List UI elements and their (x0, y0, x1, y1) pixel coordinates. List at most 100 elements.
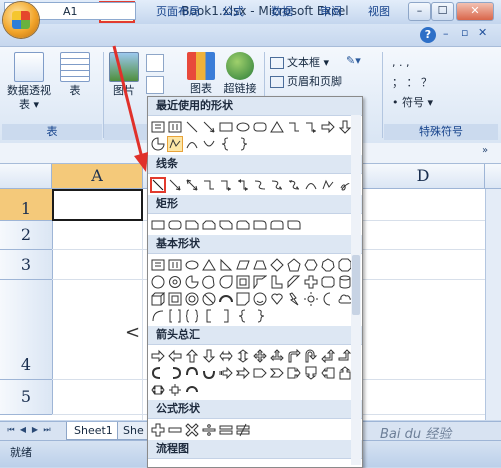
shape-up-down-arrow[interactable] (235, 348, 251, 364)
shape-folded-corner[interactable] (235, 291, 251, 307)
shape-snip-single-corner[interactable] (184, 217, 200, 233)
shape-teardrop[interactable] (218, 274, 234, 290)
shape-decagon[interactable] (150, 274, 166, 290)
shape-freeform-highlighted[interactable] (167, 136, 183, 152)
table-button[interactable]: 表 (58, 52, 92, 98)
shape-left-up-arrow[interactable] (320, 348, 336, 364)
shape-round-diagonal[interactable] (286, 217, 302, 233)
shape-rect[interactable] (150, 217, 166, 233)
shape-line-selected[interactable] (150, 177, 166, 193)
shape-block-arc[interactable] (218, 291, 234, 307)
shape-diagonal-stripe[interactable] (286, 274, 302, 290)
shape-curved-arrow-connector[interactable] (269, 177, 285, 193)
shape-quad-arrow-callout[interactable] (167, 382, 183, 398)
shape-chord[interactable] (201, 274, 217, 290)
shape-circular-arrow[interactable] (184, 382, 200, 398)
shape-oval[interactable] (235, 119, 251, 135)
shape-double-arrow[interactable] (184, 177, 200, 193)
maximize-button[interactable]: ☐ (431, 2, 454, 21)
column-header-d[interactable]: D (362, 164, 485, 188)
shape-elbow-double-arrow[interactable] (235, 177, 251, 193)
shape-cube[interactable] (150, 291, 166, 307)
formula-expand-icon[interactable]: » (482, 145, 488, 156)
shape-right-brace[interactable] (252, 308, 268, 324)
column-header-a[interactable]: A (52, 164, 143, 188)
clip-art-icon[interactable] (146, 54, 164, 72)
shape-curved-left-arrow[interactable] (167, 365, 183, 381)
row-header-4[interactable]: 4 (0, 280, 53, 380)
row-header-3[interactable]: 3 (0, 250, 53, 280)
shape-oval[interactable] (184, 257, 200, 273)
header-footer-button[interactable]: 页眉和页脚 (270, 73, 342, 89)
shape-up-arrow[interactable] (184, 348, 200, 364)
shape-right-bracket[interactable] (218, 308, 234, 324)
shape-pentagon-arrow[interactable] (252, 365, 268, 381)
shape-arrow-line[interactable] (201, 119, 217, 135)
shape-left-right-arrow-callout[interactable] (150, 382, 166, 398)
shape-down-arrow[interactable] (201, 348, 217, 364)
row-header-5[interactable]: 5 (0, 380, 53, 415)
shape-heptagon[interactable] (320, 257, 336, 273)
shape-rectangle[interactable] (218, 119, 234, 135)
shape-curve[interactable] (303, 177, 319, 193)
tab-view[interactable]: 视图 (362, 3, 396, 20)
hyperlink-button[interactable]: 超链接 (220, 52, 260, 96)
shape-quad-arrow[interactable] (252, 348, 268, 364)
shape-arrow[interactable] (167, 177, 183, 193)
shape-line[interactable] (184, 119, 200, 135)
shape-curved-up-arrow[interactable] (184, 365, 200, 381)
shape-down-arrow-callout[interactable] (303, 365, 319, 381)
shape-donut[interactable] (184, 291, 200, 307)
shape-double-bracket[interactable] (167, 308, 183, 324)
shape-round-single-corner[interactable] (252, 217, 268, 233)
shape-moon[interactable] (320, 291, 336, 307)
shape-curved-right-arrow[interactable] (150, 365, 166, 381)
shape-rounded-rectangle[interactable] (252, 119, 268, 135)
shape-left-brace[interactable] (218, 136, 234, 152)
shape-arc-line[interactable] (150, 308, 166, 324)
minimize-button[interactable]: – (408, 2, 431, 21)
tab-data[interactable]: 数据 (265, 3, 299, 20)
help-icon[interactable]: ? (420, 27, 436, 43)
shape-curved-down-arrow[interactable] (201, 365, 217, 381)
shape-no-symbol[interactable] (201, 291, 217, 307)
shape-parallelogram[interactable] (235, 257, 251, 273)
shape-right-triangle[interactable] (218, 257, 234, 273)
first-sheet-icon[interactable]: ⏮ (6, 424, 16, 435)
shape-elbow-connector[interactable] (286, 119, 302, 135)
shape-left-right-up-arrow[interactable] (269, 348, 285, 364)
ribbon-minimize-icon[interactable]: – (443, 27, 449, 40)
shape-vertical-text-box[interactable] (167, 119, 183, 135)
shape-trapezoid[interactable] (252, 257, 268, 273)
shape-round-same-side[interactable] (269, 217, 285, 233)
shape-division-sign[interactable] (201, 422, 217, 438)
shape-striped-right-arrow[interactable] (218, 365, 234, 381)
row-header-1[interactable]: 1 (0, 189, 53, 221)
shape-curve[interactable] (184, 136, 200, 152)
shape-triangle[interactable] (269, 119, 285, 135)
shape-curved-double-arrow[interactable] (286, 177, 302, 193)
shape-freeform[interactable] (320, 177, 336, 193)
shape-sun[interactable] (303, 291, 319, 307)
prev-sheet-icon[interactable]: ◀ (18, 424, 28, 435)
signature-line-icon[interactable]: ✎▾ (346, 54, 361, 67)
shape-curved-connector[interactable] (252, 177, 268, 193)
shape-snip-same-side[interactable] (201, 217, 217, 233)
shape-notched-right-arrow[interactable] (235, 365, 251, 381)
shape-vertical-text[interactable] (167, 257, 183, 273)
ribbon-restore-icon[interactable]: ▫ (461, 26, 468, 39)
last-sheet-icon[interactable]: ⏭ (42, 424, 52, 435)
shape-pentagon[interactable] (286, 257, 302, 273)
chart-area[interactable]: 图表 (186, 52, 216, 96)
office-button[interactable] (3, 2, 39, 38)
shape-heart[interactable] (269, 291, 285, 307)
shape-snip-diagonal[interactable] (218, 217, 234, 233)
shape-diamond[interactable] (269, 257, 285, 273)
shape-bevel[interactable] (167, 291, 183, 307)
shape-plaque[interactable] (320, 274, 336, 290)
shape-right-brace[interactable] (235, 136, 251, 152)
shape-half-frame[interactable] (252, 274, 268, 290)
ribbon-close-icon[interactable]: ✕ (478, 26, 487, 39)
select-all-corner[interactable] (0, 164, 52, 188)
shape-snip-round[interactable] (235, 217, 251, 233)
